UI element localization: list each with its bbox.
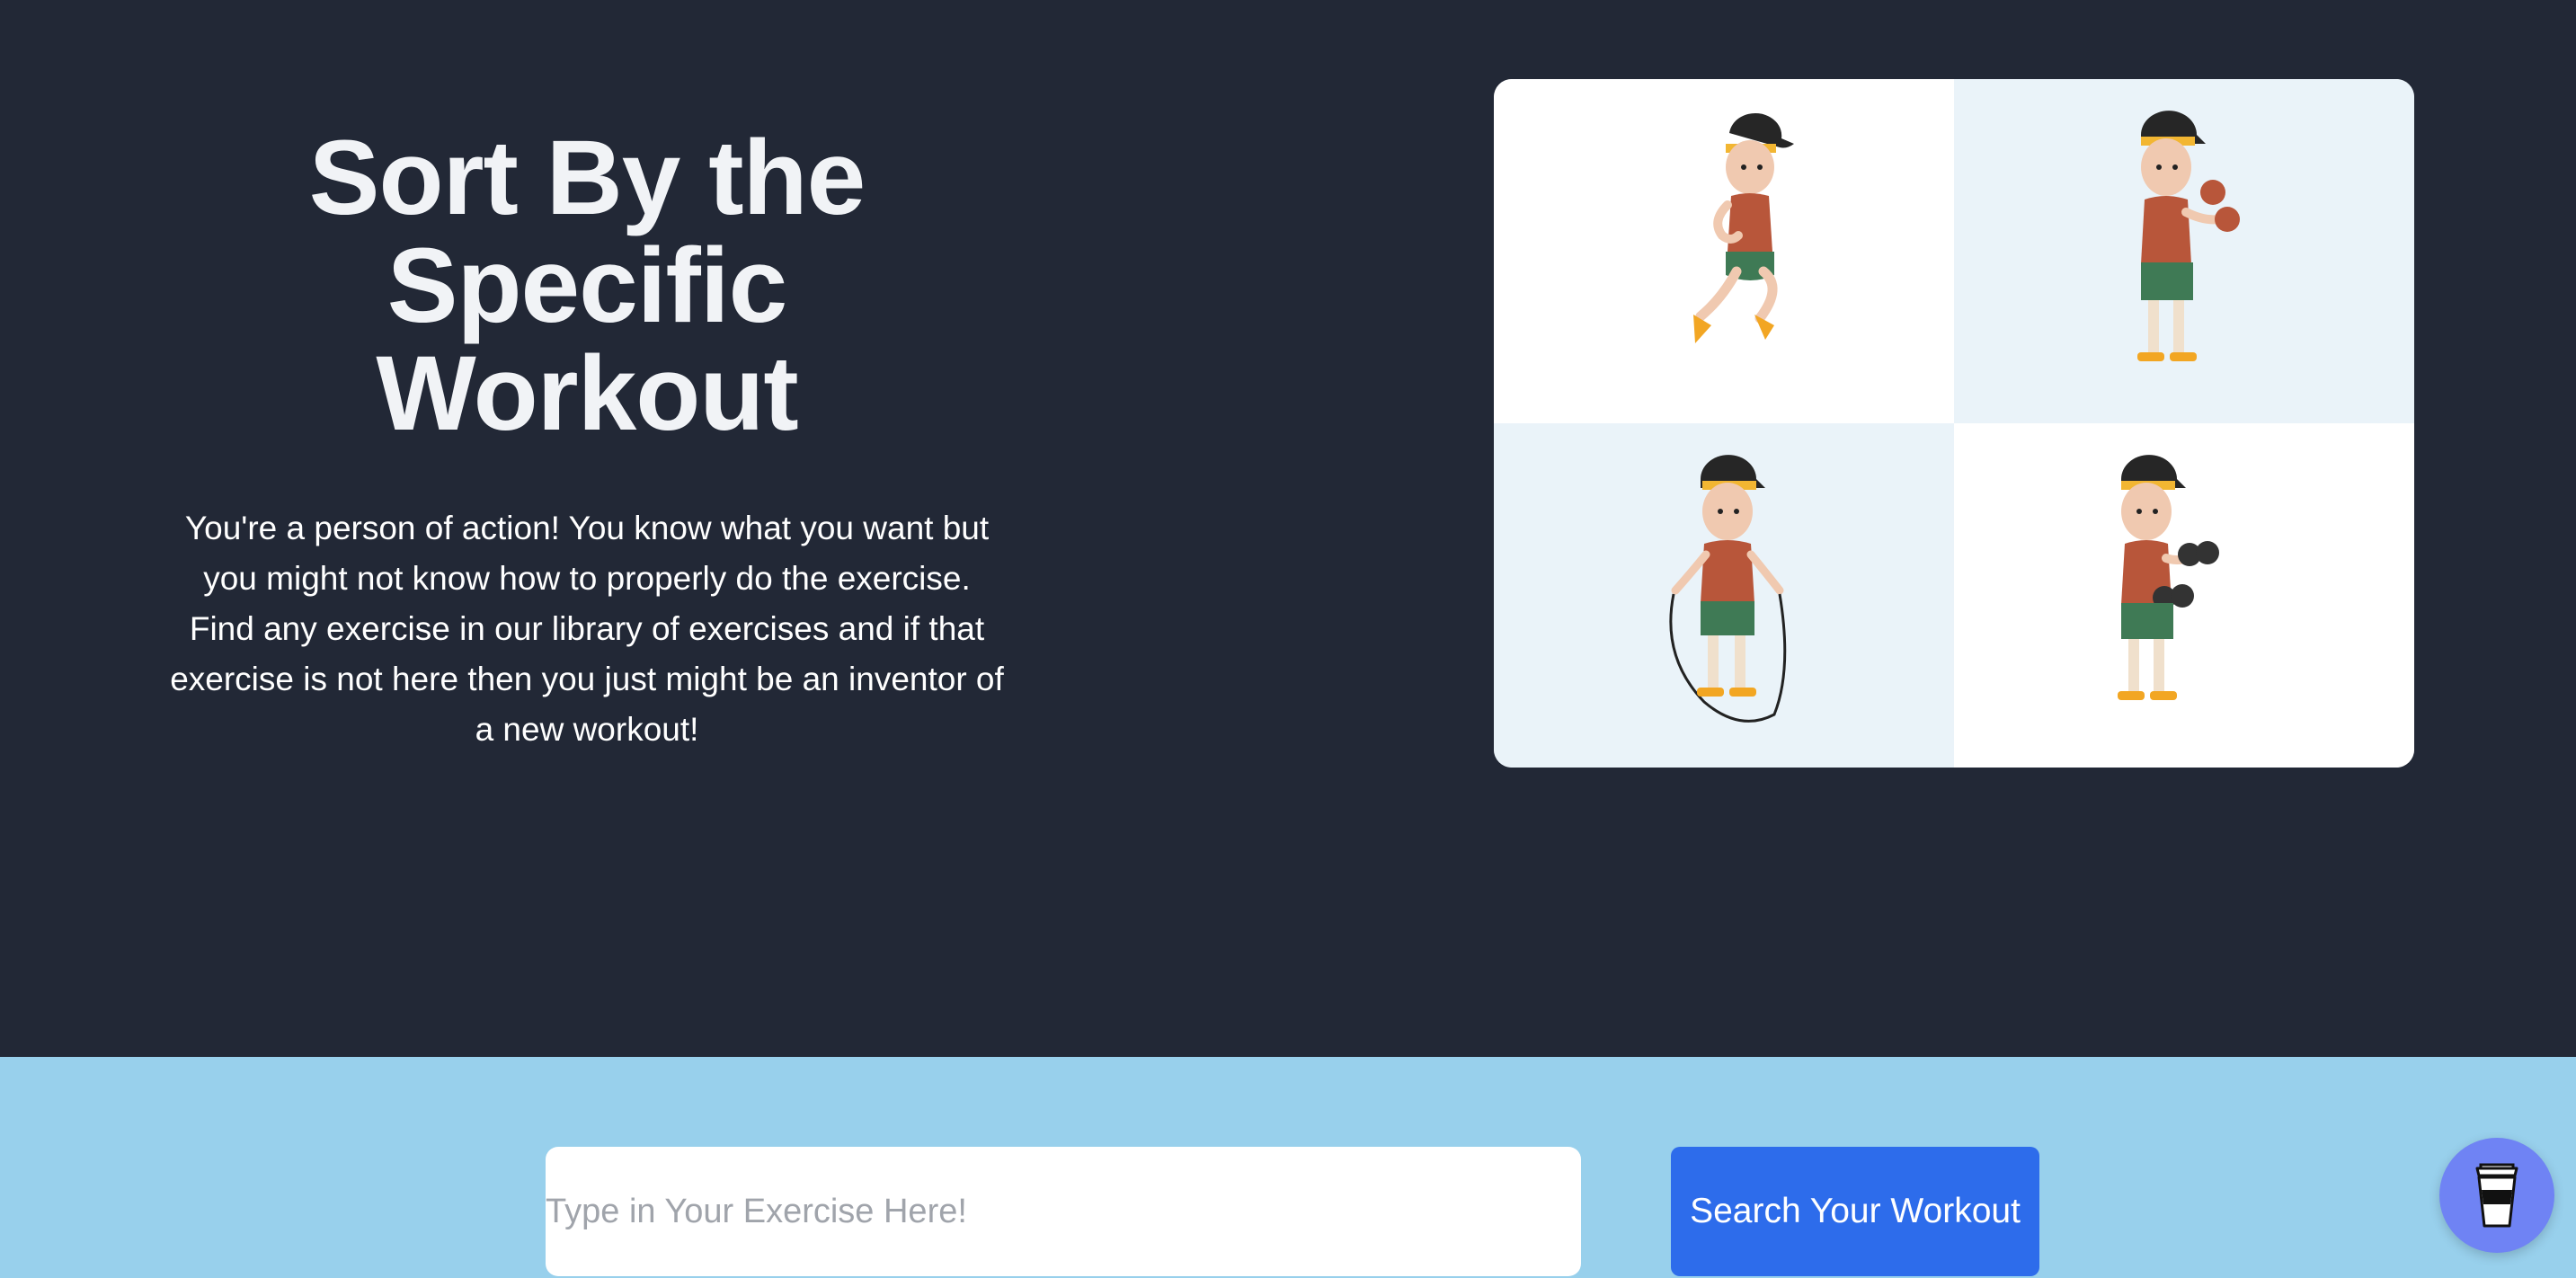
coffee-cup-icon [2475, 1163, 2518, 1228]
jump-rope-man-illustration [1494, 423, 1954, 768]
hero-title: Sort By the Specific Workout [308, 119, 866, 453]
dumbbell-man-illustration [1954, 423, 2414, 768]
search-workout-button[interactable]: Search Your Workout [1671, 1147, 2039, 1276]
hero-description: You're a person of action! You know what… [170, 510, 1004, 748]
running-man-illustration [1494, 79, 1954, 423]
hero-section: Sort By the Specific Workout You're a pe… [0, 0, 2576, 1057]
boxing-man-illustration [1954, 79, 2414, 423]
exercise-search-input[interactable] [546, 1147, 1581, 1276]
exercise-illustration-grid [1494, 79, 2414, 768]
buy-me-a-coffee-button[interactable] [2439, 1138, 2554, 1253]
